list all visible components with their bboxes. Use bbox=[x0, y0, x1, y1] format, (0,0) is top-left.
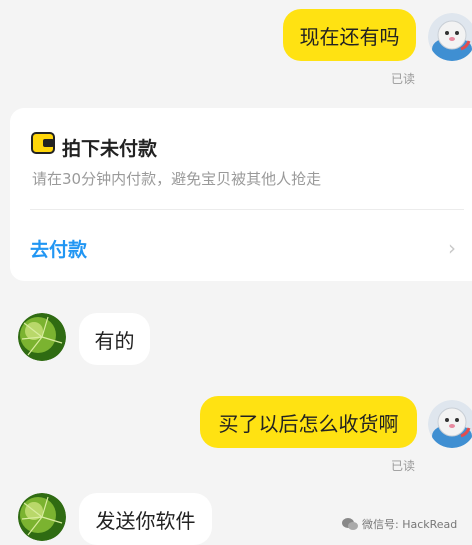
read-status: 已读 bbox=[391, 72, 416, 86]
watermark-text: 微信号: HackRead bbox=[362, 518, 458, 531]
seal-avatar-icon bbox=[428, 400, 472, 448]
message-text: 买了以后怎么收货啊 bbox=[218, 411, 399, 436]
read-status: 已读 bbox=[391, 459, 416, 473]
message-text: 有的 bbox=[94, 328, 135, 353]
leaf-avatar-icon bbox=[18, 493, 66, 541]
contact-avatar[interactable] bbox=[18, 493, 66, 541]
message-text: 现在还有吗 bbox=[299, 24, 400, 49]
my-message-bubble[interactable]: 现在还有吗 bbox=[283, 9, 416, 61]
watermark: 微信号: HackRead bbox=[342, 516, 457, 532]
leaf-avatar-icon bbox=[18, 313, 66, 361]
wechat-icon bbox=[342, 518, 358, 530]
my-avatar[interactable] bbox=[428, 400, 472, 448]
my-message-bubble[interactable]: 买了以后怎么收货啊 bbox=[200, 396, 417, 448]
seal-avatar-icon bbox=[428, 13, 472, 61]
pay-button[interactable]: 去付款 bbox=[30, 235, 87, 262]
card-title: 拍下未付款 bbox=[62, 138, 158, 160]
contact-message-bubble[interactable]: 发送你软件 bbox=[79, 493, 212, 545]
card-subtitle: 请在30分钟内付款，避免宝贝被其他人抢走 bbox=[32, 170, 322, 188]
card-divider bbox=[30, 209, 464, 210]
message-text: 发送你软件 bbox=[95, 508, 196, 533]
my-avatar[interactable] bbox=[428, 13, 472, 61]
chevron-right-icon: › bbox=[448, 236, 456, 260]
contact-message-bubble[interactable]: 有的 bbox=[79, 313, 150, 365]
contact-avatar[interactable] bbox=[18, 313, 66, 361]
wallet-icon bbox=[31, 132, 55, 154]
